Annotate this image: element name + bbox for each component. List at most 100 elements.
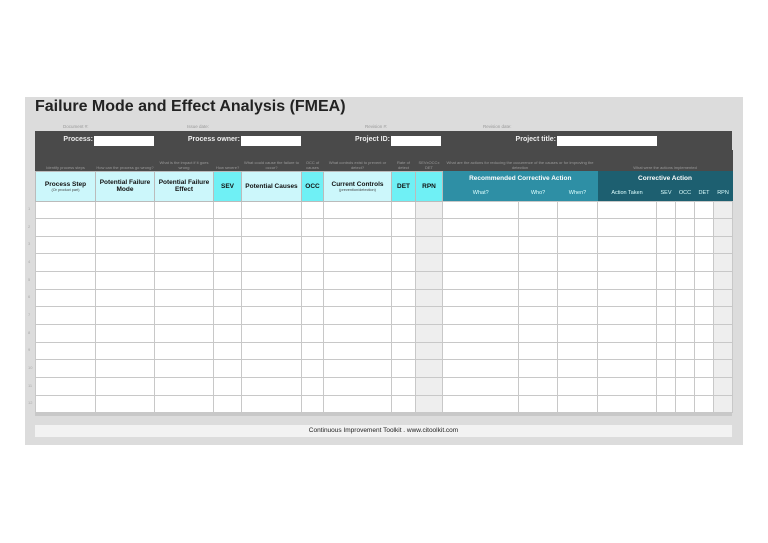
table-cell[interactable] [35,341,96,361]
table-cell[interactable] [391,271,416,290]
table-cell[interactable] [391,288,416,308]
table-cell[interactable] [241,288,302,308]
table-cell[interactable] [518,271,558,290]
table-cell[interactable] [213,341,242,361]
table-cell[interactable] [213,324,242,343]
table-cell[interactable] [391,359,416,379]
table-cell[interactable] [95,200,155,220]
table-cell[interactable] [675,235,696,255]
table-cell[interactable] [656,394,677,414]
table-cell[interactable] [675,218,696,237]
table-cell[interactable] [323,218,392,237]
table-cell[interactable] [415,306,443,326]
table-cell[interactable] [518,324,558,343]
table-cell[interactable] [694,394,715,414]
table-cell[interactable] [213,271,242,290]
process-input[interactable] [94,136,154,146]
table-cell[interactable] [656,359,677,379]
table-cell[interactable] [415,218,443,237]
table-cell[interactable] [597,288,658,308]
table-cell[interactable] [656,341,677,361]
table-cell[interactable] [415,324,443,343]
table-cell[interactable] [301,341,324,361]
table-cell[interactable] [556,394,599,414]
table-cell[interactable] [713,235,734,255]
table-cell[interactable] [301,394,324,414]
table-cell[interactable] [442,200,519,220]
table-cell[interactable] [694,218,715,237]
table-cell[interactable] [597,253,658,273]
table-cell[interactable] [35,359,96,379]
table-cell[interactable] [35,200,96,220]
table-cell[interactable] [154,218,214,237]
table-cell[interactable] [597,324,658,343]
table-cell[interactable] [213,253,242,273]
table-cell[interactable] [518,341,558,361]
table-cell[interactable] [442,271,519,290]
table-cell[interactable] [518,359,558,379]
table-cell[interactable] [323,359,392,379]
table-cell[interactable] [556,218,599,237]
table-cell[interactable] [442,359,519,379]
table-cell[interactable] [241,235,302,255]
table-cell[interactable] [241,200,302,220]
table-cell[interactable] [415,271,443,290]
table-cell[interactable] [323,306,392,326]
table-cell[interactable] [95,394,155,414]
table-cell[interactable] [675,253,696,273]
table-cell[interactable] [95,377,155,396]
table-cell[interactable] [95,306,155,326]
table-cell[interactable] [154,341,214,361]
table-cell[interactable] [713,271,734,290]
table-cell[interactable] [35,377,96,396]
table-cell[interactable] [694,306,715,326]
table-cell[interactable] [323,253,392,273]
table-cell[interactable] [713,253,734,273]
table-cell[interactable] [675,359,696,379]
table-cell[interactable] [95,253,155,273]
table-cell[interactable] [556,288,599,308]
table-cell[interactable] [597,200,658,220]
table-cell[interactable] [694,359,715,379]
table-cell[interactable] [415,341,443,361]
table-cell[interactable] [675,324,696,343]
table-cell[interactable] [556,271,599,290]
table-cell[interactable] [713,306,734,326]
table-cell[interactable] [556,359,599,379]
table-cell[interactable] [556,324,599,343]
table-cell[interactable] [442,218,519,237]
table-cell[interactable] [213,288,242,308]
table-cell[interactable] [656,288,677,308]
table-cell[interactable] [597,341,658,361]
table-cell[interactable] [301,306,324,326]
table-cell[interactable] [95,271,155,290]
process-owner-input[interactable] [241,136,301,146]
table-cell[interactable] [391,200,416,220]
table-cell[interactable] [323,288,392,308]
table-cell[interactable] [241,306,302,326]
table-cell[interactable] [415,288,443,308]
table-cell[interactable] [241,271,302,290]
table-cell[interactable] [713,377,734,396]
table-cell[interactable] [415,377,443,396]
table-cell[interactable] [415,253,443,273]
table-cell[interactable] [713,359,734,379]
table-cell[interactable] [518,200,558,220]
table-cell[interactable] [391,324,416,343]
table-cell[interactable] [656,218,677,237]
table-cell[interactable] [154,306,214,326]
table-cell[interactable] [675,306,696,326]
table-cell[interactable] [241,341,302,361]
table-cell[interactable] [597,359,658,379]
table-cell[interactable] [675,200,696,220]
table-cell[interactable] [35,288,96,308]
table-cell[interactable] [694,200,715,220]
table-cell[interactable] [154,394,214,414]
table-cell[interactable] [442,235,519,255]
table-cell[interactable] [391,306,416,326]
table-cell[interactable] [241,394,302,414]
table-cell[interactable] [713,218,734,237]
table-cell[interactable] [694,341,715,361]
table-cell[interactable] [241,359,302,379]
table-cell[interactable] [675,377,696,396]
